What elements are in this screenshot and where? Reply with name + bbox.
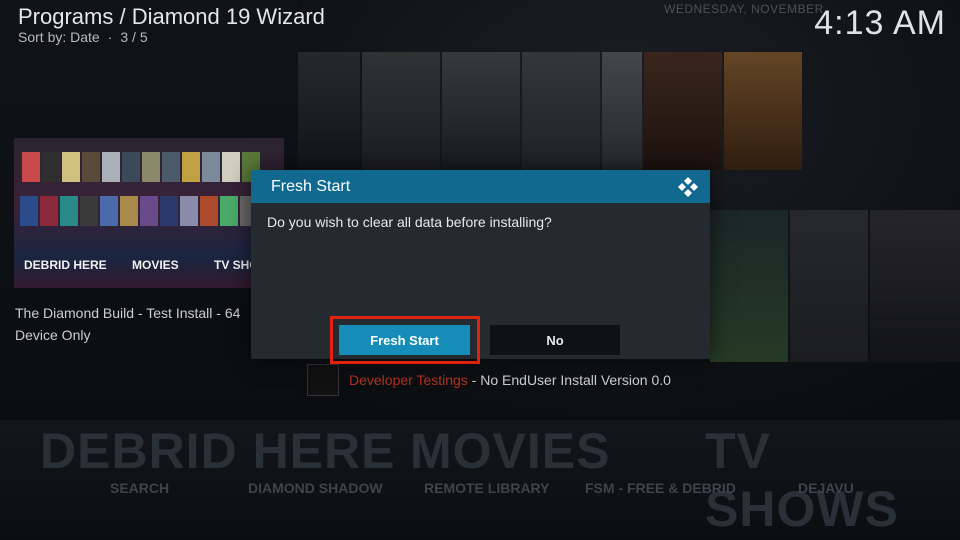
kodi-logo-icon [678, 177, 698, 197]
fanart-tile [160, 196, 178, 226]
fanart-tile [200, 196, 218, 226]
list-item-label: - No EndUser Install Version 0.0 [467, 372, 671, 388]
list-item-author: Developer Testings [349, 372, 468, 388]
fanart-tile [120, 196, 138, 226]
fresh-start-dialog: Fresh Start Do you wish to clear all dat… [251, 170, 710, 359]
date-label: WEDNESDAY, NOVEMBER [664, 2, 824, 16]
sort-label: Sort by: Date [18, 29, 100, 45]
bottom-band-sub: DIAMOND SHADOW [248, 480, 383, 496]
page-title: Programs / Diamond 19 Wizard [18, 4, 325, 29]
fanart-tile [140, 196, 158, 226]
separator-dot: · [107, 29, 113, 45]
bottom-band-word: MOVIES [410, 423, 611, 479]
fanart-label: DEBRID HERE [24, 258, 107, 272]
fanart-tile [80, 196, 98, 226]
fanart-tile [122, 152, 140, 182]
fanart-tile [60, 196, 78, 226]
fanart-label: MOVIES [132, 258, 179, 272]
fanart-tile [22, 152, 40, 182]
bottom-band-sub: REMOTE LIBRARY [424, 480, 550, 496]
dialog-message: Do you wish to clear all data before ins… [267, 214, 552, 230]
list-item-thumbnail [307, 364, 339, 396]
fanart-tile [142, 152, 160, 182]
fanart-tile [40, 196, 58, 226]
fanart-tile [20, 196, 38, 226]
clock: 4:13 AM [814, 4, 946, 42]
fanart-tile [102, 152, 120, 182]
bottom-band-sub: SEARCH [110, 480, 170, 496]
fanart-tile [222, 152, 240, 182]
fanart-tile [220, 196, 238, 226]
fanart-tile [42, 152, 60, 182]
dialog-header: Fresh Start [251, 170, 710, 203]
bottom-band-sub: DEJAVU [798, 480, 854, 496]
list-item[interactable]: Developer Testings - No EndUser Install … [349, 372, 671, 388]
no-button[interactable]: No [490, 325, 620, 355]
sort-info: Sort by: Date · 3 / 5 [18, 29, 148, 45]
bottom-band-sub: FSM - FREE & DEBRID [585, 480, 736, 496]
fanart-tile [202, 152, 220, 182]
item-position: 3 / 5 [120, 29, 148, 45]
fanart-tile [162, 152, 180, 182]
item-fanart: DEBRID HERE MOVIES TV SHOWS [14, 138, 284, 288]
dialog-title: Fresh Start [271, 178, 351, 195]
fanart-tile [100, 196, 118, 226]
fanart-tile [62, 152, 80, 182]
bottom-band-word: DEBRID HERE [40, 423, 396, 479]
fanart-tile [180, 196, 198, 226]
item-description: The Diamond Build - Test Install - 64 De… [15, 305, 241, 343]
fanart-tile [82, 152, 100, 182]
fresh-start-button[interactable]: Fresh Start [339, 325, 470, 355]
fanart-tile [182, 152, 200, 182]
